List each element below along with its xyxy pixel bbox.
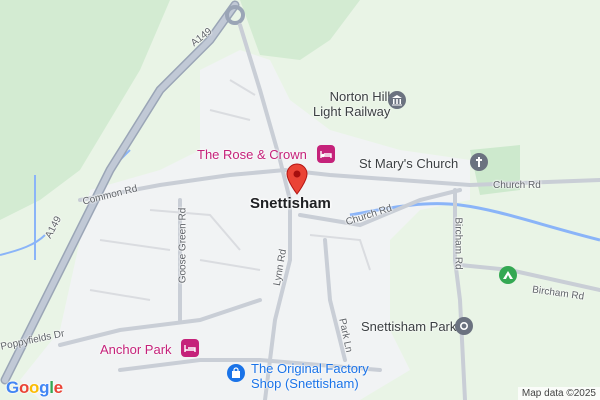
google-logo[interactable]: Google: [6, 378, 63, 398]
park-icon[interactable]: [455, 317, 473, 335]
hotel-icon[interactable]: [181, 339, 199, 357]
poi-norton-hill-line2: Light Railway: [313, 104, 391, 119]
campsite-icon[interactable]: [499, 266, 517, 284]
poi-st-marys-church[interactable]: St Mary's Church: [359, 156, 458, 171]
map-canvas[interactable]: A149 A149 Common Rd Goose Green Rd Lynn …: [0, 0, 600, 400]
location-pin-icon[interactable]: [286, 163, 308, 195]
town-label: Snettisham: [250, 195, 331, 212]
green-area-north: [240, 0, 360, 60]
poi-anchor-park[interactable]: Anchor Park: [100, 342, 172, 357]
shopping-bag-icon[interactable]: [227, 364, 245, 382]
street-label-church-rd-east: Church Rd: [493, 180, 541, 191]
poi-norton-hill-line1: Norton Hill: [329, 89, 391, 104]
poi-factory-shop-line2: Shop (Snettisham): [251, 376, 359, 391]
poi-norton-hill[interactable]: Norton Hill Light Railway: [313, 89, 390, 119]
museum-icon[interactable]: [388, 91, 406, 109]
church-icon[interactable]: [470, 153, 488, 171]
street-label-goose-green-rd: Goose Green Rd: [177, 207, 189, 284]
poi-snettisham-park[interactable]: Snettisham Park: [361, 319, 456, 334]
poi-factory-shop[interactable]: The Original Factory Shop (Snettisham): [251, 361, 369, 391]
street-label-bircham-rd-vertical: Bircham Rd: [452, 217, 464, 270]
poi-rose-crown[interactable]: The Rose & Crown: [197, 147, 307, 162]
map-attribution[interactable]: Map data ©2025: [517, 387, 600, 400]
hotel-icon[interactable]: [317, 145, 335, 163]
poi-factory-shop-line1: The Original Factory: [251, 361, 369, 376]
